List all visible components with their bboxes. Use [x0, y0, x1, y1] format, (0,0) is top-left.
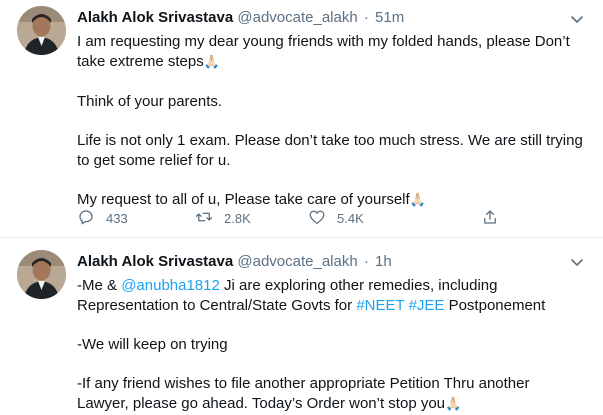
reply-button[interactable]: 433: [77, 207, 128, 229]
share-button[interactable]: [481, 207, 499, 229]
tweet-actions: 433 2.8K 5.4K: [77, 207, 517, 229]
folded-hands-emoji: 🙏🏻: [445, 397, 462, 412]
reply-count: 433: [106, 210, 128, 226]
chevron-down-icon[interactable]: [568, 10, 586, 28]
tweet-line-text: My request to all of u, Please take care…: [77, 191, 410, 208]
timestamp[interactable]: 1h: [375, 253, 392, 270]
tweet-line-text: take extreme steps: [77, 53, 204, 70]
folded-hands-emoji: 🙏🏻: [203, 55, 220, 70]
tweet-line: -Me & @anubha1812 Ji are exploring other…: [77, 276, 587, 296]
tweet-line: Life is not only 1 exam. Please don’t ta…: [77, 132, 583, 149]
mention-link[interactable]: @anubha1812: [121, 277, 220, 294]
tweet-line: Lawyer, please go ahead. Today’s Order w…: [77, 394, 587, 415]
avatar-image: [17, 6, 66, 55]
avatar[interactable]: [17, 6, 66, 55]
tweet-line-text: Postponement: [444, 297, 546, 314]
tweet-line: Representation to Central/State Govts fo…: [77, 296, 587, 316]
retweet-icon: [195, 208, 213, 229]
tweet-line: Think of your parents.: [77, 93, 223, 110]
timestamp[interactable]: 51m: [375, 9, 404, 26]
hashtag-link[interactable]: #NEET: [356, 297, 404, 314]
share-icon: [481, 208, 499, 229]
tweet-header: Alakh Alok Srivastava @advocate_alakh · …: [77, 9, 404, 29]
tweet-line: -If any friend wishes to file another ap…: [77, 375, 530, 392]
reply-icon: [77, 208, 95, 229]
tweet[interactable]: Alakh Alok Srivastava @advocate_alakh · …: [0, 0, 603, 238]
tweet-line: take extreme steps🙏🏻: [77, 52, 587, 73]
separator: ·: [363, 253, 369, 270]
tweet-line-text: -Me &: [77, 277, 122, 294]
tweet-line-text: Representation to Central/State Govts fo…: [77, 297, 357, 314]
tweet-line: I am requesting my dear young friends wi…: [77, 33, 570, 50]
tweet-text: -Me & @anubha1812 Ji are exploring other…: [77, 276, 587, 415]
tweet-text: I am requesting my dear young friends wi…: [77, 32, 587, 211]
heart-icon: [308, 208, 326, 229]
avatar[interactable]: [17, 250, 66, 299]
separator: ·: [363, 9, 369, 26]
chevron-down-icon[interactable]: [568, 253, 586, 271]
tweet-header: Alakh Alok Srivastava @advocate_alakh · …: [77, 253, 392, 273]
tweet-line-text: Lawyer, please go ahead. Today’s Order w…: [77, 395, 446, 412]
author-name[interactable]: Alakh Alok Srivastava: [77, 9, 233, 26]
author-handle[interactable]: @advocate_alakh: [237, 9, 357, 26]
tweet-line: -We will keep on trying: [77, 336, 228, 353]
tweet-line: to get some relief for u.: [77, 152, 231, 169]
author-name[interactable]: Alakh Alok Srivastava: [77, 253, 233, 270]
like-button[interactable]: 5.4K: [308, 207, 364, 229]
tweet[interactable]: Alakh Alok Srivastava @advocate_alakh · …: [0, 239, 603, 415]
avatar-image: [17, 250, 66, 299]
author-handle[interactable]: @advocate_alakh: [237, 253, 357, 270]
tweet-line-text: Ji are exploring other remedies, includi…: [219, 277, 498, 294]
retweet-count: 2.8K: [224, 210, 251, 226]
retweet-button[interactable]: 2.8K: [195, 207, 251, 229]
like-count: 5.4K: [337, 210, 364, 226]
folded-hands-emoji: 🙏🏻: [409, 193, 426, 208]
hashtag-link[interactable]: #JEE: [409, 297, 445, 314]
